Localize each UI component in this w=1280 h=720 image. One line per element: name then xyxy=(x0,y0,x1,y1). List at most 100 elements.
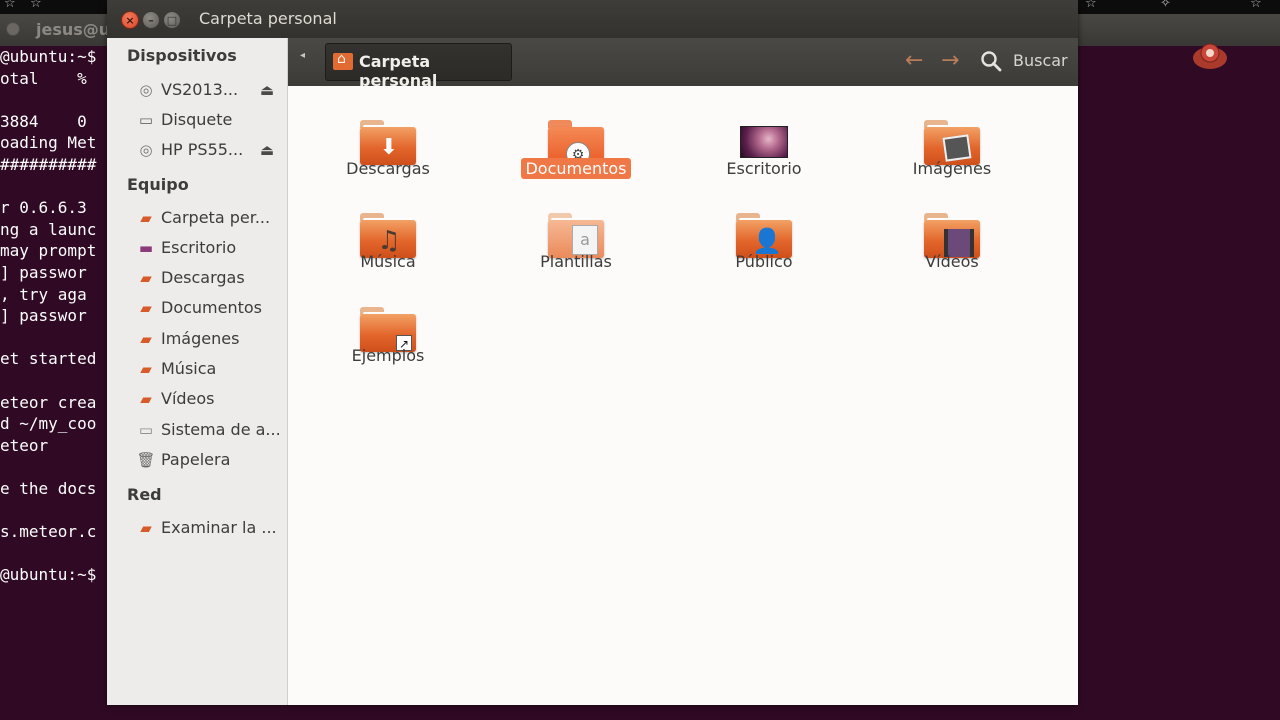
close-icon[interactable]: × xyxy=(121,11,139,29)
terminal-line: @ubuntu:~$ xyxy=(0,47,97,66)
file-label: Escritorio xyxy=(726,159,802,178)
sidebar-item-label: Examinar la ... xyxy=(161,518,277,537)
trash-icon: 🗑 xyxy=(136,451,156,469)
sidebar-item-disquete[interactable]: ▭ Disquete xyxy=(135,108,285,132)
sidebar-item-label: VS2013... xyxy=(161,80,239,99)
file-label: Ejemplos xyxy=(351,346,425,365)
sidebar-item-label: Papelera xyxy=(161,450,231,469)
sidebar-heading-network: Red xyxy=(127,485,162,504)
file-item-documentos[interactable]: ⚙ Documentos xyxy=(501,104,651,188)
eject-icon[interactable]: ⏏ xyxy=(257,138,277,162)
terminal-line: ng a launc xyxy=(0,219,97,239)
optical-drive-icon: ◎ xyxy=(139,141,153,159)
terminal-output: @ubuntu:~$ otal % 3884 0 oading Met ########… xyxy=(0,46,96,586)
filesystem-icon: ▭ xyxy=(138,421,154,439)
terminal-line: ] passwor xyxy=(0,262,87,282)
sidebar-item-pictures[interactable]: ▰ Imágenes xyxy=(135,327,285,351)
file-manager-window: × – □ Carpeta personal Dispositivos ◎ VS… xyxy=(107,0,1078,705)
sidebar-item-downloads[interactable]: ▰ Descargas xyxy=(135,266,285,290)
breadcrumb-home[interactable]: Carpeta personal xyxy=(325,43,512,90)
breadcrumb-scroll-left-icon[interactable]: ◂ xyxy=(300,50,305,61)
search-icon[interactable] xyxy=(980,50,1002,72)
desktop-icon xyxy=(740,126,788,158)
terminal-line: s.meteor.c xyxy=(0,522,97,542)
terminal-line: eteor xyxy=(0,435,49,455)
terminal-line: r 0.6.6.3 xyxy=(0,198,87,218)
app-badge-icon xyxy=(1193,43,1227,69)
file-item-ejemplos[interactable]: ↗ Ejemplos xyxy=(313,291,463,375)
sidebar-item-label: HP PS55... xyxy=(161,140,244,159)
file-item-plantillas[interactable]: a Plantillas xyxy=(501,197,651,281)
pictures-folder-icon: ▰ xyxy=(140,330,152,348)
sidebar: Dispositivos ◎ VS2013... ⏏ ▭ Disquete ◎ … xyxy=(107,38,288,705)
terminal-line: , try aga xyxy=(0,284,87,304)
desktop-icon: ▬ xyxy=(138,239,154,257)
forward-arrow-icon[interactable]: → xyxy=(941,47,959,75)
terminal-line: e the docs xyxy=(0,478,97,498)
file-label: Plantillas xyxy=(540,252,612,271)
sidebar-item-filesystem[interactable]: ▭ Sistema de a... xyxy=(135,418,285,442)
sidebar-item-desktop[interactable]: ▬ Escritorio xyxy=(135,236,285,260)
sidebar-item-network[interactable]: ▰ Examinar la ... xyxy=(135,516,285,540)
file-label: Música xyxy=(360,252,416,271)
terminal-close-icon[interactable] xyxy=(6,22,20,36)
optical-drive-icon: ◎ xyxy=(139,81,153,99)
file-item-descargas[interactable]: ⬇ Descargas xyxy=(313,104,463,188)
terminal-line: eteor crea xyxy=(0,392,97,412)
sidebar-item-home[interactable]: ▰ Carpeta per... xyxy=(135,206,285,230)
sidebar-heading-computer: Equipo xyxy=(127,175,189,194)
floppy-icon: ▭ xyxy=(138,111,154,129)
toolbar: ◂ Carpeta personal ← → Buscar xyxy=(288,38,1078,90)
file-item-imagenes[interactable]: Imágenes xyxy=(877,104,1027,188)
eject-icon[interactable]: ⏏ xyxy=(257,78,277,102)
terminal-line: d ~/my_coo xyxy=(0,414,97,434)
window-title: Carpeta personal xyxy=(199,9,337,28)
sidebar-item-label: Vídeos xyxy=(161,389,215,408)
sidebar-item-label: Sistema de a... xyxy=(161,420,281,439)
file-item-musica[interactable]: ♫ Música xyxy=(313,197,463,281)
sidebar-item-label: Escritorio xyxy=(161,238,237,257)
star-decoration: ☆ xyxy=(4,0,16,11)
window-titlebar[interactable]: × – □ Carpeta personal xyxy=(107,0,1078,38)
minimize-icon[interactable]: – xyxy=(142,11,160,29)
terminal-line: may prompt xyxy=(0,241,97,261)
terminal-line: otal % xyxy=(0,68,87,88)
terminal-line: ########## xyxy=(0,154,97,174)
star-decoration: ☆ xyxy=(1085,0,1097,11)
file-item-videos[interactable]: Vídeos xyxy=(877,197,1027,281)
terminal-title: jesus@u xyxy=(36,20,111,39)
home-folder-icon: ▰ xyxy=(140,209,152,227)
file-item-publico[interactable]: 👤 Público xyxy=(689,197,839,281)
sidebar-item-music[interactable]: ▰ Música xyxy=(135,357,285,381)
sidebar-heading-devices: Dispositivos xyxy=(127,46,237,65)
breadcrumb-label: Carpeta personal xyxy=(359,52,438,90)
sidebar-item-label: Descargas xyxy=(161,268,245,287)
documents-folder-icon: ▰ xyxy=(140,299,152,317)
file-view[interactable]: ⬇ Descargas ⚙ Documentos Escritorio Imág… xyxy=(288,86,1078,705)
sidebar-item-documents[interactable]: ▰ Documentos xyxy=(135,296,285,320)
file-label: Descargas xyxy=(346,159,430,178)
star-decoration: ☆ xyxy=(1250,0,1262,11)
terminal-line: @ubuntu:~$ xyxy=(0,565,97,585)
file-item-escritorio[interactable]: Escritorio xyxy=(689,104,839,188)
file-label: Imágenes xyxy=(912,159,992,178)
maximize-icon[interactable]: □ xyxy=(163,11,181,29)
home-folder-icon xyxy=(333,51,353,70)
sidebar-item-label: Disquete xyxy=(161,110,233,129)
terminal-line: ] passwor xyxy=(0,306,87,326)
sidebar-item-trash[interactable]: 🗑 Papelera xyxy=(135,448,285,472)
network-icon: ▰ xyxy=(140,519,152,537)
back-arrow-icon[interactable]: ← xyxy=(905,47,923,75)
sidebar-item-label: Carpeta per... xyxy=(161,208,271,227)
search-button-label[interactable]: Buscar xyxy=(1013,51,1068,70)
sidebar-item-videos[interactable]: ▰ Vídeos xyxy=(135,387,285,411)
sidebar-item-label: Música xyxy=(161,359,217,378)
downloads-folder-icon: ▰ xyxy=(140,269,152,287)
